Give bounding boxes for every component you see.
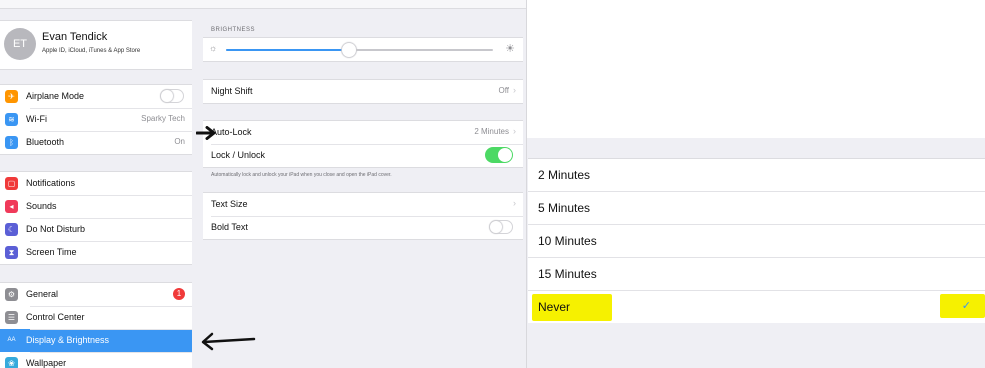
chevron-right-icon: › (513, 85, 516, 95)
brightness-slider-thumb[interactable] (341, 43, 356, 57)
sidebar-item-bluetooth[interactable]: ᛒ Bluetooth On (0, 131, 192, 154)
sidebar-item-label: Airplane Mode (26, 91, 85, 101)
brightness-group: ☼ ☀ (203, 37, 523, 62)
sidebar-item-general[interactable]: ⚙ General 1 (0, 283, 192, 306)
option-label: 2 Minutes (538, 168, 591, 182)
night-shift-value: Off (498, 86, 509, 95)
sidebar-item-label: Bluetooth (26, 137, 65, 147)
wallpaper-icon: ❀ (5, 357, 18, 368)
hourglass-icon: ⧗ (5, 246, 18, 259)
wifi-network-value: Sparky Tech (141, 114, 185, 123)
sidebar-group-notifications: ▢ Notifications ◂ Sounds ☾ Do Not Distur… (0, 171, 192, 265)
sun-small-icon: ☼ (209, 43, 218, 53)
toggle-knob (161, 90, 173, 102)
brightness-slider-row: ☼ ☀ (203, 38, 523, 61)
bold-text-toggle[interactable] (489, 220, 513, 234)
display-brightness-pane: BRIGHTNESS ☼ ☀ Night Shift Off › Auto-Lo… (192, 0, 527, 368)
brightness-slider[interactable] (226, 43, 493, 57)
gear-icon: ⚙ (5, 288, 18, 301)
control-center-icon: ☰ (5, 311, 18, 324)
sidebar-item-screen-time[interactable]: ⧗ Screen Time (0, 241, 192, 264)
sidebar-item-label: General (26, 289, 59, 299)
sidebar-item-label: Sounds (26, 201, 57, 211)
bluetooth-icon: ᛒ (5, 136, 18, 149)
pane-top-bar (192, 0, 526, 9)
auto-lock-option[interactable]: 15 Minutes (528, 257, 985, 290)
option-label: 10 Minutes (538, 234, 597, 248)
night-shift-group: Night Shift Off › (203, 79, 523, 104)
text-size-row[interactable]: Text Size › (203, 193, 523, 216)
sidebar-group-general: ⚙ General 1 ☰ Control Center AA Display … (0, 282, 192, 368)
night-shift-label: Night Shift (211, 86, 253, 96)
settings-sidebar: ET Evan Tendick Apple ID, iCloud, iTunes… (0, 0, 193, 368)
text-group: Text Size › Bold Text (203, 192, 523, 240)
sidebar-item-sounds[interactable]: ◂ Sounds (0, 195, 192, 218)
auto-lock-option[interactable]: 2 Minutes (528, 159, 985, 191)
sidebar-item-notifications[interactable]: ▢ Notifications (0, 172, 192, 195)
notifications-icon: ▢ (5, 177, 18, 190)
sounds-icon: ◂ (5, 200, 18, 213)
auto-lock-value: 2 Minutes (474, 127, 509, 136)
lock-unlock-toggle[interactable] (485, 147, 513, 163)
sun-large-icon: ☀ (505, 43, 515, 55)
bold-text-label: Bold Text (211, 222, 248, 232)
sidebar-item-airplane-mode[interactable]: ✈ Airplane Mode (0, 85, 192, 108)
sidebar-item-label: Notifications (26, 178, 76, 188)
sidebar-group-connectivity: ✈ Airplane Mode ≋ Wi-Fi Sparky Tech ᛒ Bl… (0, 84, 192, 155)
update-badge: 1 (173, 288, 185, 300)
brightness-slider-fill (226, 49, 349, 51)
brightness-section-header: BRIGHTNESS (211, 27, 256, 33)
option-label: 15 Minutes (538, 267, 597, 281)
sidebar-item-label: Control Center (26, 312, 85, 322)
auto-lock-option[interactable]: 10 Minutes (528, 224, 985, 257)
sidebar-item-label: Display & Brightness (26, 335, 110, 345)
auto-lock-row[interactable]: Auto-Lock 2 Minutes › (203, 121, 523, 144)
sidebar-item-wifi[interactable]: ≋ Wi-Fi Sparky Tech (0, 108, 192, 131)
option-label: Never (538, 300, 571, 314)
profile-subtitle: Apple ID, iCloud, iTunes & App Store (42, 48, 141, 54)
profile-name: Evan Tendick (42, 31, 108, 43)
auto-lock-options-list: 2 Minutes 5 Minutes 10 Minutes 15 Minute… (528, 158, 985, 323)
airplane-icon: ✈ (5, 90, 18, 103)
display-icon: AA (5, 334, 18, 347)
checkmark-icon: ✓ (961, 300, 971, 312)
option-label: 5 Minutes (538, 201, 591, 215)
sidebar-top-bar (0, 0, 192, 9)
bluetooth-value: On (174, 137, 185, 146)
annotation-arrow-left-icon (201, 332, 256, 351)
text-size-label: Text Size (211, 199, 248, 209)
sidebar-item-label: Wallpaper (26, 358, 67, 368)
auto-lock-option-never[interactable]: Never ✓ (528, 290, 985, 323)
night-shift-row[interactable]: Night Shift Off › (203, 80, 523, 103)
toggle-knob (490, 221, 502, 233)
sidebar-item-label: Do Not Disturb (26, 224, 86, 234)
sidebar-item-control-center[interactable]: ☰ Control Center (0, 306, 192, 329)
chevron-right-icon: › (513, 198, 516, 208)
airplane-mode-toggle[interactable] (160, 89, 184, 103)
avatar: ET (4, 28, 36, 60)
sidebar-item-label: Wi-Fi (26, 114, 47, 124)
moon-icon: ☾ (5, 223, 18, 236)
auto-lock-option[interactable]: 5 Minutes (528, 191, 985, 224)
toggle-knob (498, 148, 512, 162)
sidebar-item-do-not-disturb[interactable]: ☾ Do Not Disturb (0, 218, 192, 241)
wifi-icon: ≋ (5, 113, 18, 126)
annotation-arrow-right-icon (196, 126, 216, 140)
sidebar-item-display-brightness[interactable]: AA Display & Brightness (0, 329, 192, 352)
chevron-right-icon: › (513, 126, 516, 136)
apple-id-profile-row[interactable]: ET Evan Tendick Apple ID, iCloud, iTunes… (0, 20, 192, 70)
auto-lock-options-panel: 2 Minutes 5 Minutes 10 Minutes 15 Minute… (527, 138, 985, 368)
bold-text-row: Bold Text (203, 216, 523, 239)
lock-unlock-label: Lock / Unlock (211, 150, 266, 160)
sidebar-item-label: Screen Time (26, 247, 77, 257)
sidebar-item-wallpaper[interactable]: ❀ Wallpaper (0, 352, 192, 368)
lock-unlock-row: Lock / Unlock (203, 144, 523, 167)
lock-unlock-footnote: Automatically lock and unlock your iPad … (211, 172, 392, 178)
lock-group: Auto-Lock 2 Minutes › Lock / Unlock (203, 120, 523, 168)
